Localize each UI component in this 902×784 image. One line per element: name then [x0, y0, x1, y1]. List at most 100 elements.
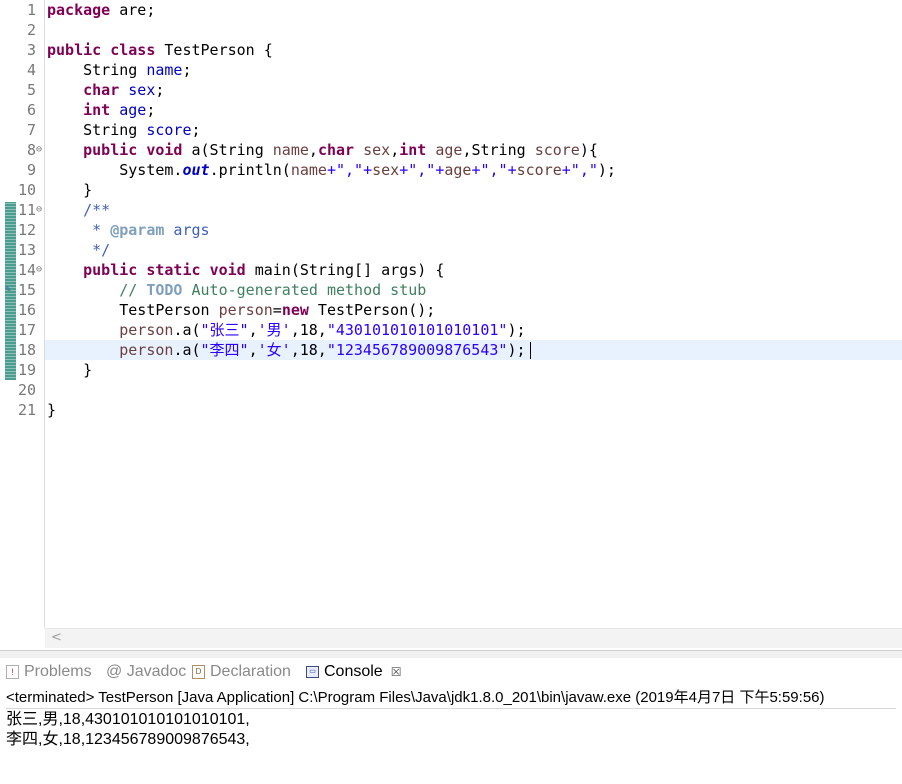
- line-number: 16: [17, 301, 36, 319]
- parameter: age: [444, 161, 472, 179]
- code-text: ,: [248, 321, 258, 339]
- line-number: 5: [26, 81, 36, 99]
- code-text: a(String: [182, 141, 273, 159]
- parameter: score: [534, 141, 580, 159]
- string-literal: "李四": [200, 341, 249, 359]
- comment-line: // TODO Auto-generated method stub: [47, 280, 426, 300]
- javadoc-line: */: [47, 241, 111, 259]
- code-text: TestPerson {: [155, 41, 273, 59]
- code-line: TestPerson person=new TestPerson();: [47, 300, 435, 320]
- keyword: public: [83, 261, 138, 279]
- line-number: 10: [17, 181, 36, 199]
- code-text: String: [47, 61, 147, 79]
- keyword: char: [83, 81, 120, 99]
- console-view[interactable]: <terminated> TestPerson [Java Applicatio…: [0, 686, 902, 784]
- comment-text: //: [47, 281, 147, 299]
- code-text: are;: [110, 1, 156, 19]
- fold-collapse-icon[interactable]: ⊖: [36, 260, 44, 280]
- view-tab-bar: ! Problems @ Javadoc D Declaration ▭ Con…: [0, 658, 902, 688]
- string-literal: "430101010101010101": [326, 321, 508, 339]
- todo-tag: TODO: [146, 281, 183, 299]
- code-line: String name;: [47, 60, 192, 80]
- local-variable: person: [47, 341, 174, 359]
- line-number: 7: [26, 121, 36, 139]
- tab-javadoc[interactable]: @ Javadoc: [106, 658, 186, 686]
- keyword: static: [146, 261, 201, 279]
- parameter: name: [290, 161, 327, 179]
- javadoc-text: args: [164, 221, 210, 239]
- string-literal: +",": [561, 161, 598, 179]
- tab-declaration[interactable]: D Declaration: [192, 658, 291, 686]
- declaration-icon: D: [192, 665, 205, 679]
- code-text: ;: [182, 61, 192, 79]
- code-editor[interactable]: 1 2 3 4 5 6 7 8 9 10 11 12 13 14 15 16 1…: [0, 0, 902, 650]
- fold-collapse-icon[interactable]: ⊖: [36, 200, 44, 220]
- javadoc-text: *: [47, 221, 111, 239]
- field-name: name: [146, 61, 183, 79]
- parameter: score: [516, 161, 562, 179]
- tab-label: Problems: [24, 663, 92, 680]
- close-icon[interactable]: ☒: [391, 665, 402, 679]
- code-line: String score;: [47, 120, 201, 140]
- tab-label: Declaration: [210, 663, 291, 680]
- code-text: );: [507, 341, 526, 359]
- line-number: 11: [17, 201, 36, 219]
- code-text: ){: [579, 141, 598, 159]
- fold-collapse-icon[interactable]: ⊖: [36, 140, 44, 160]
- code-text: main(String[] args) {: [245, 261, 445, 279]
- line-number: 20: [17, 381, 36, 399]
- tab-problems[interactable]: ! Problems: [6, 658, 92, 686]
- scroll-left-icon[interactable]: <: [51, 629, 62, 647]
- code-text: ,String: [462, 141, 535, 159]
- javadoc-line: /**: [47, 201, 111, 219]
- line-number: 3: [26, 41, 36, 59]
- keyword: void: [146, 141, 183, 159]
- comment-text: Auto-generated method stub: [182, 281, 427, 299]
- code-line: char sex;: [47, 80, 164, 100]
- keyword: public: [47, 41, 102, 59]
- console-output-line: 张三,男,18,430101010101010101,: [6, 711, 250, 728]
- code-text: ,: [248, 341, 258, 359]
- string-literal: +","+: [471, 161, 517, 179]
- code-text: );: [597, 161, 616, 179]
- line-number: 6: [26, 101, 36, 119]
- local-variable: person: [47, 321, 174, 339]
- keyword: char: [317, 141, 355, 159]
- code-line: public class TestPerson {: [47, 40, 273, 60]
- parameter: sex: [372, 161, 400, 179]
- line-number: 8: [26, 141, 36, 159]
- string-literal: +","+: [399, 161, 445, 179]
- code-text: ,: [308, 141, 318, 159]
- code-text: String: [47, 121, 147, 139]
- local-variable: person: [218, 301, 273, 319]
- string-literal: "张三": [200, 321, 249, 339]
- code-line: int age;: [47, 100, 155, 120]
- code-text: TestPerson: [47, 301, 219, 319]
- text-caret: [530, 342, 531, 359]
- code-text: System.: [47, 161, 183, 179]
- horizontal-scrollbar[interactable]: <: [45, 628, 902, 648]
- code-line: }: [47, 361, 93, 379]
- field-name: score: [146, 121, 192, 139]
- parameter: name: [272, 141, 309, 159]
- code-line: }: [47, 181, 93, 199]
- tab-console[interactable]: ▭ Console ☒: [302, 658, 408, 688]
- tab-label: @ Javadoc: [106, 663, 187, 680]
- static-field: out: [182, 161, 210, 179]
- keyword: class: [110, 41, 156, 59]
- line-number: 4: [26, 61, 36, 79]
- keyword: public: [83, 141, 138, 159]
- task-marker-icon[interactable]: ✎: [5, 284, 15, 296]
- code-text: ;: [146, 101, 156, 119]
- line-number: 2: [26, 21, 36, 39]
- console-icon: ▭: [306, 666, 319, 678]
- line-number: 14: [17, 261, 36, 279]
- console-output-line: 李四,女,18,123456789009876543,: [6, 731, 250, 748]
- code-text: ,18,: [290, 321, 327, 339]
- code-line: System.out.println(name+","+sex+","+age+…: [47, 160, 616, 180]
- field-name: age: [119, 101, 147, 119]
- code-text: ;: [191, 121, 201, 139]
- code-line: }: [47, 401, 57, 419]
- code-text: =: [272, 301, 282, 319]
- code-text: .a(: [173, 341, 201, 359]
